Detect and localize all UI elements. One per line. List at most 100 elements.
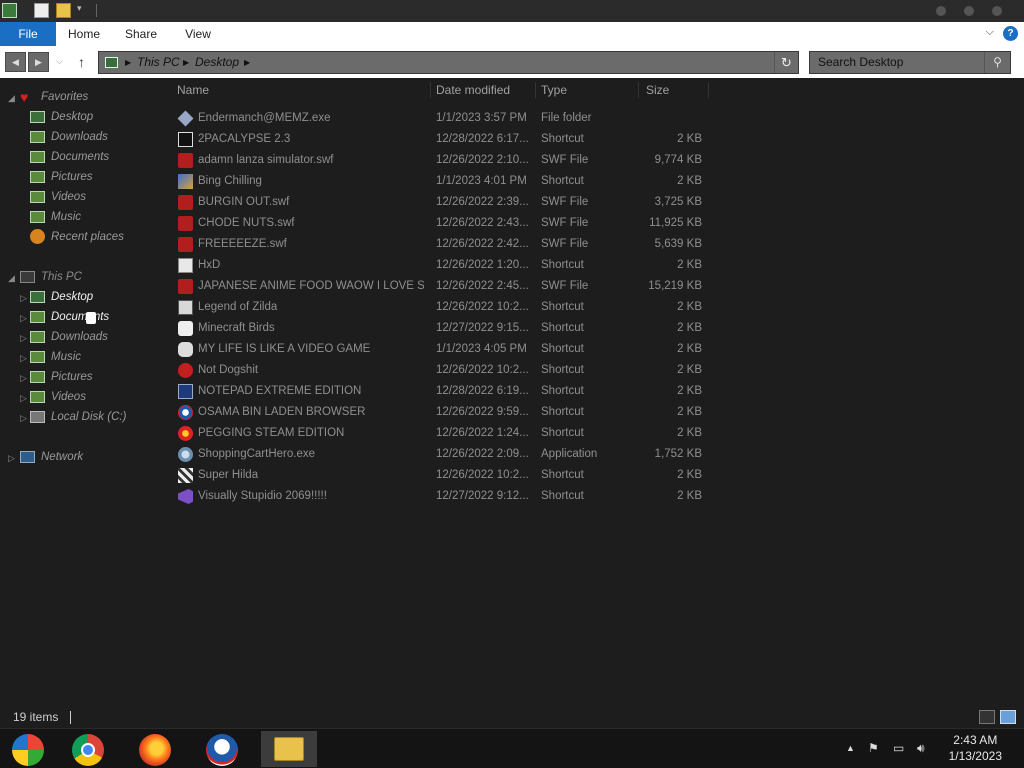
- firefox-button[interactable]: [127, 731, 183, 767]
- sidebar-item-this-pc-videos[interactable]: ▷ Videos: [0, 388, 150, 406]
- collapsed-arrow-icon[interactable]: ▷: [20, 329, 27, 347]
- sidebar-item-this-pc-documents[interactable]: ▷ Documents: [0, 308, 150, 326]
- start-orb-button[interactable]: [0, 731, 56, 767]
- breadcrumb-arrow-icon[interactable]: ▶: [183, 52, 189, 73]
- file-row[interactable]: MY LIFE IS LIKE A VIDEO GAME 1/1/2023 4:0…: [172, 339, 712, 360]
- search-icon[interactable]: ⚲: [984, 52, 1010, 73]
- file-row[interactable]: BURGIN OUT.swf 12/26/2022 2:39... SWF File…: [172, 192, 712, 213]
- breadcrumb-arrow-icon[interactable]: ▶: [244, 52, 250, 73]
- breadcrumb-desktop[interactable]: Desktop: [195, 52, 239, 73]
- close-button[interactable]: [992, 6, 1002, 16]
- volume-icon[interactable]: 🔊︎: [917, 741, 925, 756]
- expand-ribbon-icon[interactable]: ⌵: [986, 26, 994, 39]
- tab-home[interactable]: Home: [60, 22, 108, 46]
- properties-icon[interactable]: [34, 3, 49, 18]
- collapsed-arrow-icon[interactable]: ▷: [20, 409, 27, 427]
- breadcrumb-arrow-icon[interactable]: ▶: [125, 52, 131, 73]
- collapsed-arrow-icon[interactable]: ▷: [8, 449, 15, 467]
- network-status-icon[interactable]: ▭: [893, 741, 904, 755]
- file-row[interactable]: Bing Chilling 1/1/2023 4:01 PM Shortcut 2 K…: [172, 171, 712, 192]
- sidebar-item-this-pc-music[interactable]: ▷ Music: [0, 348, 150, 366]
- nav-network[interactable]: ▷ Network: [0, 448, 150, 466]
- flash-icon: [178, 195, 193, 210]
- flash-icon: [178, 279, 193, 294]
- sidebar-item-favorites-documents[interactable]: Documents: [0, 148, 150, 166]
- expand-arrow-icon[interactable]: ◢: [8, 269, 15, 287]
- column-divider[interactable]: [708, 82, 709, 98]
- search-input[interactable]: Search Desktop: [818, 52, 903, 73]
- nav-this-pc[interactable]: ◢ This PC: [0, 268, 150, 286]
- file-explorer-button[interactable]: [261, 731, 317, 767]
- column-divider[interactable]: [535, 82, 536, 98]
- up-arrow-icon[interactable]: ↑: [78, 54, 85, 70]
- details-view-icon[interactable]: [979, 710, 995, 724]
- sidebar-item-favorites-pictures[interactable]: Pictures: [0, 168, 150, 186]
- file-row[interactable]: FREEEEEZE.swf 12/26/2022 2:42... SWF File 5…: [172, 234, 712, 255]
- back-button[interactable]: ◀: [5, 52, 26, 72]
- nav-favorites[interactable]: ◢ ♥ Favorites: [0, 88, 150, 106]
- file-row[interactable]: Not Dogshit 12/26/2022 10:2... Shortcut 2 K…: [172, 360, 712, 381]
- column-header-size[interactable]: Size: [646, 82, 706, 100]
- file-row[interactable]: Minecraft Birds 12/27/2022 9:15... Shortcu…: [172, 318, 712, 339]
- action-center-flag-icon[interactable]: ⚑: [868, 741, 879, 755]
- file-name: JAPANESE ANIME FOOD WAOW I LOVE SU...: [198, 280, 424, 292]
- column-header-type[interactable]: Type: [541, 82, 635, 100]
- item-count: 19 items: [13, 710, 59, 724]
- sidebar-item-this-pc-downloads[interactable]: ▷ Downloads: [0, 328, 150, 346]
- file-row[interactable]: Visually Stupidio 2069!!!!! 12/27/2022 9:…: [172, 486, 712, 507]
- sidebar-item-favorites-desktop[interactable]: Desktop: [0, 108, 150, 126]
- column-divider[interactable]: [638, 82, 639, 98]
- collapsed-arrow-icon[interactable]: ▷: [20, 289, 27, 307]
- file-row[interactable]: Legend of Zilda 12/26/2022 10:2... Shortcu…: [172, 297, 712, 318]
- collapsed-arrow-icon[interactable]: ▷: [20, 309, 27, 327]
- column-divider[interactable]: [430, 82, 431, 98]
- console-icon: [178, 132, 193, 147]
- maximize-button[interactable]: [964, 6, 974, 16]
- sidebar-item-favorites-downloads[interactable]: Downloads: [0, 128, 150, 146]
- file-row[interactable]: Super Hilda 12/26/2022 10:2... Shortcut 2 K…: [172, 465, 712, 486]
- forward-button[interactable]: ▶: [28, 52, 49, 72]
- chrome-button[interactable]: [60, 731, 116, 767]
- sidebar-item-local-disk[interactable]: ▷ Local Disk (C:): [0, 408, 150, 426]
- obama-browser-button[interactable]: [194, 731, 250, 767]
- address-bar[interactable]: ▶ This PC ▶ Desktop ▶ ↻: [98, 51, 799, 74]
- column-header-name[interactable]: Name: [177, 82, 427, 100]
- breadcrumb-this-pc[interactable]: This PC: [137, 52, 180, 73]
- minimize-button[interactable]: [936, 6, 946, 16]
- help-icon[interactable]: ?: [1003, 26, 1018, 41]
- system-clock[interactable]: 2:43 AM 1/13/2023: [949, 732, 1002, 764]
- file-row[interactable]: adamn lanza simulator.swf 12/26/2022 2:10…: [172, 150, 712, 171]
- collapsed-arrow-icon[interactable]: ▷: [20, 389, 27, 407]
- column-header-date[interactable]: Date modified: [436, 82, 532, 100]
- file-row[interactable]: PEGGING STEAM EDITION 12/26/2022 1:24... S…: [172, 423, 712, 444]
- file-row[interactable]: CHODE NUTS.swf 12/26/2022 2:43... SWF File…: [172, 213, 712, 234]
- tab-view[interactable]: View: [174, 22, 222, 46]
- file-row[interactable]: ShoppingCartHero.exe 12/26/2022 2:09... Ap…: [172, 444, 712, 465]
- tab-share[interactable]: Share: [116, 22, 166, 46]
- explorer-window-icon[interactable]: [2, 3, 17, 18]
- recent-locations-icon[interactable]: ⌵: [56, 56, 63, 67]
- file-row[interactable]: HxD 12/26/2022 1:20... Shortcut 2 KB: [172, 255, 712, 276]
- file-row[interactable]: Endermanch@MEMZ.exe 1/1/2023 3:57 PM File …: [172, 108, 712, 129]
- refresh-icon[interactable]: ↻: [774, 52, 798, 73]
- large-icons-view-icon[interactable]: [1000, 710, 1016, 724]
- new-folder-icon[interactable]: [56, 3, 71, 18]
- quick-access-dropdown-icon[interactable]: ▾: [77, 3, 82, 14]
- show-hidden-icons-icon[interactable]: ▲: [846, 743, 855, 753]
- file-row[interactable]: OSAMA BIN LADEN BROWSER 12/26/2022 9:59..…: [172, 402, 712, 423]
- sidebar-item-this-pc-pictures[interactable]: ▷ Pictures: [0, 368, 150, 386]
- search-box[interactable]: Search Desktop ⚲: [809, 51, 1011, 74]
- sidebar-item-this-pc-desktop[interactable]: ▷ Desktop: [0, 288, 150, 306]
- sidebar-item-favorites-music[interactable]: Music: [0, 208, 150, 226]
- expand-arrow-icon[interactable]: ◢: [8, 89, 15, 107]
- file-row[interactable]: 2PACALYPSE 2.3 12/28/2022 6:17... Shortcut…: [172, 129, 712, 150]
- file-row[interactable]: NOTEPAD EXTREME EDITION 12/28/2022 6:19..…: [172, 381, 712, 402]
- file-type: Shortcut: [541, 385, 584, 397]
- sidebar-item-favorites-videos[interactable]: Videos: [0, 188, 150, 206]
- file-row[interactable]: JAPANESE ANIME FOOD WAOW I LOVE SU... 12/…: [172, 276, 712, 297]
- collapsed-arrow-icon[interactable]: ▷: [20, 349, 27, 367]
- tab-file[interactable]: File: [0, 22, 56, 46]
- collapsed-arrow-icon[interactable]: ▷: [20, 369, 27, 387]
- sidebar-item-recent-places[interactable]: Recent places: [0, 228, 150, 246]
- bird-icon: [178, 321, 193, 336]
